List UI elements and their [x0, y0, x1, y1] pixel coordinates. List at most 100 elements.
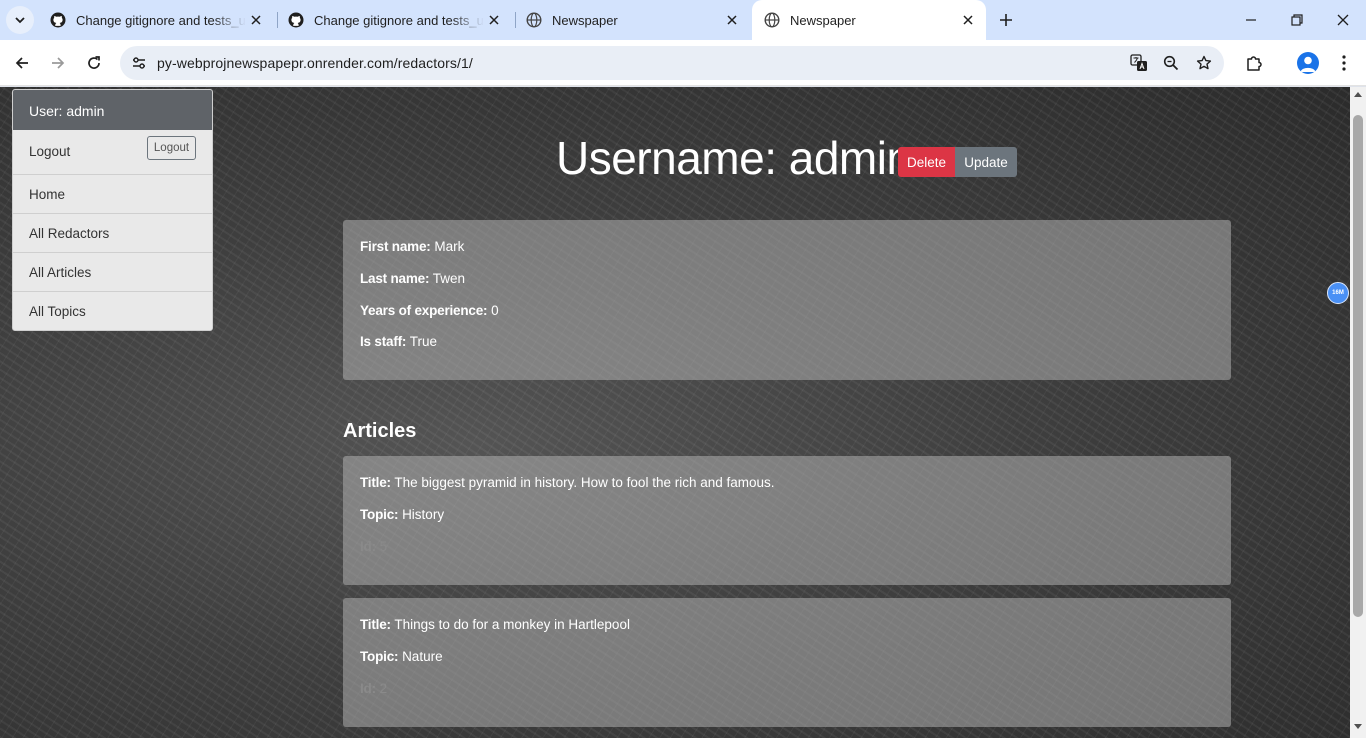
arrow-left-icon: [15, 57, 28, 69]
github-icon: [50, 12, 66, 28]
article-id: 2: [379, 681, 388, 696]
tab-title: Change gitignore and tests_util: [314, 12, 484, 28]
kebab-menu-icon: [1342, 55, 1346, 71]
minimize-icon: [1246, 19, 1256, 21]
field-label: Title:: [360, 617, 391, 632]
page-title: Username: admin: [556, 132, 912, 184]
sidebar-item-logout: Logout Logout: [13, 130, 212, 175]
experience-field: Years of experience: 0: [360, 303, 499, 318]
field-label: Topic:: [360, 507, 399, 522]
first-name-field: First name: Mark: [360, 239, 464, 254]
site-info-button[interactable]: [128, 52, 150, 74]
profile-card: First name: Mark Last name: Twen Years o…: [343, 220, 1231, 380]
field-label: Last name:: [360, 271, 430, 286]
url-text[interactable]: py-webprojnewspapepr.onrender.com/redact…: [157, 55, 473, 71]
delete-button[interactable]: Delete: [898, 147, 955, 177]
github-icon: [288, 12, 304, 28]
address-bar[interactable]: py-webprojnewspapepr.onrender.com/redact…: [120, 46, 1224, 80]
translate-button[interactable]: [1128, 52, 1150, 74]
field-label: Is staff:: [360, 334, 407, 349]
zoom-button[interactable]: [1160, 52, 1182, 74]
bookmark-button[interactable]: [1193, 52, 1215, 74]
profile-avatar-icon[interactable]: [1297, 52, 1319, 74]
last-name-value: Twen: [432, 271, 466, 286]
article-id-field: Id: 2: [360, 681, 387, 696]
logout-button[interactable]: Logout: [147, 136, 196, 160]
star-icon: [1196, 55, 1212, 70]
article-topic-field: Topic: Nature: [360, 649, 443, 664]
forward-button[interactable]: [46, 51, 70, 75]
sidebar-user: User: admin: [13, 90, 212, 130]
translate-icon: [1130, 54, 1147, 71]
sidebar-item-redactors[interactable]: All Redactors: [13, 214, 212, 253]
minimize-button[interactable]: [1239, 8, 1263, 32]
tab-3[interactable]: Newspaper: [514, 0, 750, 40]
article-topic: History: [402, 507, 445, 522]
sidebar-item-label: Logout: [29, 144, 71, 159]
update-button[interactable]: Update: [955, 147, 1017, 177]
close-icon[interactable]: [246, 10, 266, 30]
scroll-up-icon[interactable]: [1350, 91, 1366, 101]
field-label: Id:: [360, 681, 376, 696]
plus-icon: [1000, 14, 1012, 26]
sidebar-item-label: All Articles: [29, 265, 92, 280]
sidebar: User: admin Logout Logout Home All Redac…: [12, 89, 213, 331]
article-id: 5: [379, 539, 388, 554]
article-title[interactable]: The biggest pyramid in history. How to f…: [394, 475, 774, 490]
restore-button[interactable]: [1285, 8, 1309, 32]
tab-title: Newspaper: [552, 12, 618, 28]
article-topic: Nature: [402, 649, 443, 664]
puzzle-icon: [1247, 56, 1262, 71]
staff-value: True: [409, 334, 437, 349]
article-card: Title: The biggest pyramid in history. H…: [343, 456, 1231, 585]
sidebar-item-label: All Redactors: [29, 226, 110, 241]
globe-icon: [526, 12, 542, 28]
article-topic-field: Topic: History: [360, 507, 444, 522]
field-label: First name:: [360, 239, 431, 254]
close-icon[interactable]: [722, 10, 742, 30]
sidebar-item-label: All Topics: [29, 304, 86, 319]
tab-1[interactable]: Change gitignore and tests_util: [38, 0, 274, 40]
tab-strip: Change gitignore and tests_util Change g…: [0, 0, 1366, 40]
tab-4-active[interactable]: Newspaper: [752, 0, 986, 40]
globe-icon: [764, 12, 780, 28]
experience-value: 0: [491, 303, 499, 318]
back-button[interactable]: [10, 51, 34, 75]
article-title-field: Title: The biggest pyramid in history. H…: [360, 475, 775, 490]
article-id-field: Id: 5: [360, 539, 387, 554]
first-name-value: Mark: [434, 239, 465, 254]
tab-2[interactable]: Change gitignore and tests_util: [276, 0, 512, 40]
zoom-icon: [1163, 55, 1179, 71]
arrow-right-icon: [52, 57, 65, 69]
field-label: Topic:: [360, 649, 399, 664]
sidebar-item-articles[interactable]: All Articles: [13, 253, 212, 292]
close-window-button[interactable]: [1331, 8, 1355, 32]
sidebar-item-topics[interactable]: All Topics: [13, 292, 212, 330]
extension-badge[interactable]: 16M: [1327, 282, 1349, 304]
scroll-down-icon[interactable]: [1350, 724, 1366, 734]
page-scrollbar[interactable]: [1350, 87, 1366, 738]
last-name-field: Last name: Twen: [360, 271, 465, 286]
tab-title: Newspaper: [790, 12, 856, 28]
sidebar-item-home[interactable]: Home: [13, 175, 212, 214]
articles-heading: Articles: [343, 420, 417, 442]
article-title[interactable]: Things to do for a monkey in Hartlepool: [394, 617, 630, 632]
sidebar-item-label: Home: [29, 187, 66, 202]
reload-icon: [88, 56, 100, 69]
tab-search-button[interactable]: [6, 6, 34, 34]
scrollbar-thumb[interactable]: [1353, 115, 1363, 617]
new-tab-button[interactable]: [994, 8, 1018, 32]
field-label: Title:: [360, 475, 391, 490]
menu-button[interactable]: [1332, 51, 1356, 75]
tab-title: Change gitignore and tests_util: [76, 12, 246, 28]
reload-button[interactable]: [82, 51, 106, 75]
article-card: Title: Things to do for a monkey in Hart…: [343, 598, 1231, 727]
staff-field: Is staff: True: [360, 334, 437, 349]
page-content: User: admin Logout Logout Home All Redac…: [0, 87, 1350, 738]
extensions-button[interactable]: [1242, 51, 1266, 75]
close-icon: [1337, 14, 1349, 26]
close-icon[interactable]: [958, 10, 978, 30]
close-icon[interactable]: [484, 10, 504, 30]
restore-icon: [1291, 14, 1303, 26]
article-title-field: Title: Things to do for a monkey in Hart…: [360, 617, 630, 632]
